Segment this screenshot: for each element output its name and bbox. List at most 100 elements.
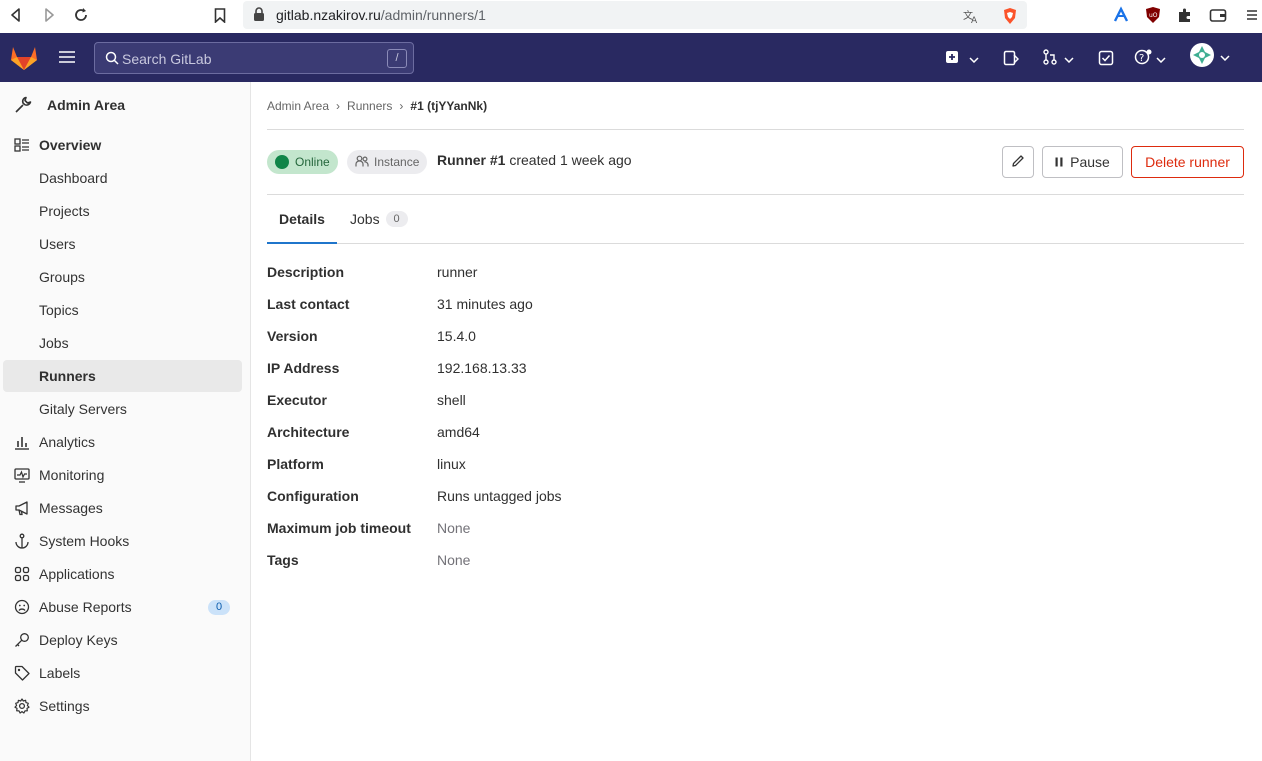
detail-label: Version (267, 328, 318, 344)
menu-icon[interactable] (1242, 5, 1262, 25)
sidebar-item-messages[interactable]: Messages (3, 492, 242, 524)
sidebar-item-users[interactable]: Users (3, 228, 242, 260)
merge-requests-dropdown[interactable] (1042, 47, 1074, 69)
sidebar-item-projects[interactable]: Projects (3, 195, 242, 227)
sidebar-item-runners[interactable]: Runners (3, 360, 242, 392)
search-input[interactable] (122, 49, 372, 69)
online-dot-icon (275, 155, 289, 169)
sidebar-item-label: Jobs (39, 335, 69, 351)
breadcrumb-separator-icon: › (336, 99, 341, 113)
sidebar-item-analytics[interactable]: Analytics (3, 426, 242, 458)
translate-icon[interactable]: 文A (961, 6, 981, 26)
todo-icon[interactable] (1098, 47, 1114, 69)
detail-label: Configuration (267, 488, 359, 504)
bookmark-icon[interactable] (208, 4, 232, 26)
detail-value: 15.4.0 (437, 328, 476, 344)
breadcrumb-current[interactable]: #1 (tjYYanNk) (410, 99, 487, 113)
svg-text:uO: uO (1149, 12, 1158, 19)
edit-button[interactable] (1002, 146, 1034, 178)
detail-label: Description (267, 264, 345, 280)
jobs-count-badge: 0 (385, 211, 408, 227)
detail-value: 31 minutes ago (437, 296, 533, 312)
users-icon (355, 155, 374, 170)
detail-row: IP Address 192.168.13.33 (267, 356, 867, 388)
sidebar-item-label: Topics (39, 302, 79, 318)
pause-button[interactable]: Pause (1042, 146, 1123, 178)
detail-value: 192.168.13.33 (437, 360, 527, 376)
pencil-icon (1011, 154, 1025, 171)
detail-value: linux (437, 456, 466, 472)
sidebar-item-label: Settings (39, 698, 90, 714)
extension-icon[interactable] (1111, 5, 1131, 25)
sidebar-item-abuse-reports[interactable]: Abuse Reports 0 (3, 591, 242, 623)
tab-details[interactable]: Details (267, 195, 337, 244)
sidebar-item-applications[interactable]: Applications (3, 558, 242, 590)
sidebar-item-overview[interactable]: Overview (3, 129, 242, 161)
issues-icon[interactable] (1003, 47, 1019, 69)
detail-row: Description runner (267, 260, 867, 292)
sidebar-item-groups[interactable]: Groups (3, 261, 242, 293)
overview-icon (14, 137, 30, 153)
sidebar-item-label: Dashboard (39, 170, 108, 186)
detail-row: Executor shell (267, 388, 867, 420)
detail-row: Last contact 31 minutes ago (267, 292, 867, 324)
sidebar-item-topics[interactable]: Topics (3, 294, 242, 326)
detail-label: Executor (267, 392, 327, 408)
detail-row: Configuration Runs untagged jobs (267, 484, 867, 516)
avatar (1190, 42, 1214, 70)
sidebar-item-labels[interactable]: Labels (3, 657, 242, 689)
address-bar[interactable]: gitlab.nzakirov.ru/admin/runners/1 文A (243, 1, 1027, 29)
merge-request-icon (1042, 48, 1058, 68)
brave-shield-icon[interactable] (1000, 6, 1020, 26)
new-dropdown[interactable] (945, 47, 979, 69)
sidebar-item-monitoring[interactable]: Monitoring (3, 459, 242, 491)
detail-row: Architecture amd64 (267, 420, 867, 452)
help-icon: ? (1134, 49, 1152, 68)
url-text: gitlab.nzakirov.ru/admin/runners/1 (276, 7, 486, 23)
sidebar-item-dashboard[interactable]: Dashboard (3, 162, 242, 194)
detail-value: amd64 (437, 424, 480, 440)
detail-value: None (437, 552, 471, 568)
runner-type-badge: Instance (347, 150, 428, 174)
wrench-icon (14, 96, 32, 117)
pause-icon (1055, 154, 1063, 170)
sidebar-item-deploy-keys[interactable]: Deploy Keys (3, 624, 242, 656)
status-badge: Online (267, 150, 338, 174)
sidebar-item-settings[interactable]: Settings (3, 690, 242, 722)
user-menu[interactable] (1190, 42, 1230, 70)
breadcrumb-runners[interactable]: Runners (347, 99, 392, 113)
settings-icon (14, 698, 30, 714)
chevron-down-icon (969, 50, 979, 66)
sidebar-item-label: Groups (39, 269, 85, 285)
sidebar-item-label: Deploy Keys (39, 632, 118, 648)
sidebar-title[interactable]: Admin Area (0, 82, 250, 128)
detail-label: Platform (267, 456, 324, 472)
breadcrumb: Admin Area › Runners › #1 (tjYYanNk) (267, 99, 487, 113)
gitlab-logo-icon[interactable] (10, 45, 38, 74)
back-icon[interactable] (4, 4, 28, 26)
breadcrumb-admin-area[interactable]: Admin Area (267, 99, 329, 113)
anchor-icon (14, 533, 30, 549)
svg-text:?: ? (1139, 53, 1144, 64)
reload-icon[interactable] (69, 4, 93, 26)
wallet-icon[interactable] (1208, 5, 1228, 25)
tab-jobs[interactable]: Jobs 0 (350, 195, 408, 243)
delete-runner-button[interactable]: Delete runner (1131, 146, 1244, 178)
forward-icon[interactable] (37, 4, 61, 26)
detail-label: Architecture (267, 424, 350, 440)
top-navbar: / ? (0, 33, 1262, 82)
runner-created: created 1 week ago (509, 152, 632, 168)
sidebar-item-jobs[interactable]: Jobs (3, 327, 242, 359)
runner-title: Runner #1 created 1 week ago (437, 152, 632, 168)
help-dropdown[interactable]: ? (1134, 47, 1166, 69)
megaphone-icon (14, 500, 30, 516)
detail-value: runner (437, 264, 478, 280)
sidebar-item-system-hooks[interactable]: System Hooks (3, 525, 242, 557)
plus-square-icon (945, 50, 959, 67)
hamburger-menu-icon[interactable] (58, 48, 78, 68)
key-icon (14, 632, 30, 648)
puzzle-icon[interactable] (1175, 5, 1195, 25)
sidebar-item-gitaly-servers[interactable]: Gitaly Servers (3, 393, 242, 425)
search-bar[interactable]: / (94, 42, 414, 74)
ublock-icon[interactable]: uO (1143, 5, 1163, 25)
